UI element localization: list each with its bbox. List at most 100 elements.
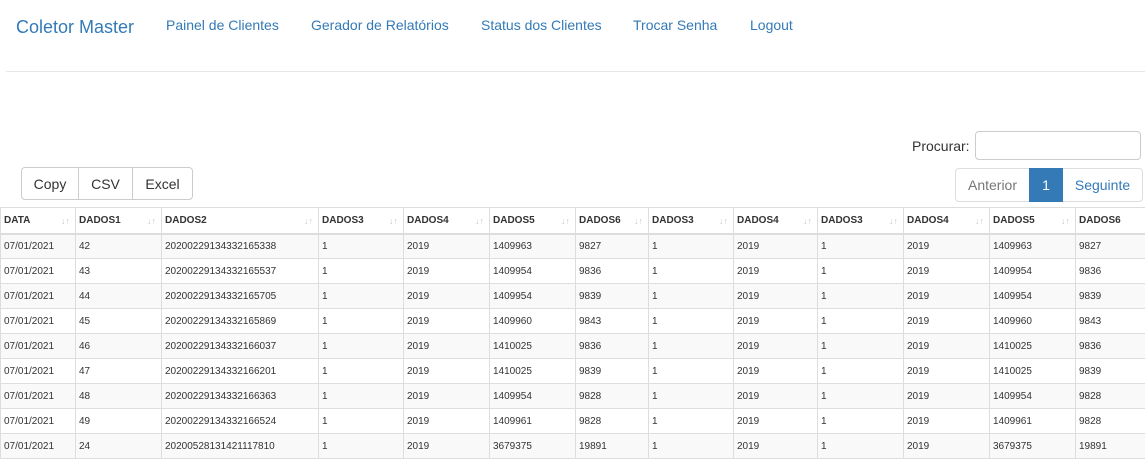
- table-cell: 1: [318, 333, 404, 359]
- table-cell: 07/01/2021: [0, 383, 76, 409]
- table-body: 07/01/2021 42 20200229134332165338 1 2019 140…: [0, 233, 1145, 459]
- sort-icon: ↓↑: [975, 216, 984, 226]
- sort-icon: ↓↑: [1061, 216, 1070, 226]
- table-cell: 1410025: [489, 333, 576, 359]
- table-cell: 2019: [903, 233, 990, 259]
- table-cell: 9828: [575, 408, 649, 434]
- table-cell: 07/01/2021: [0, 433, 76, 459]
- table-cell: 9839: [1075, 283, 1145, 309]
- table-cell: 2019: [403, 258, 490, 284]
- table-cell: 24: [75, 433, 162, 459]
- table-cell: 9827: [575, 233, 649, 259]
- table-cell: 2019: [733, 408, 818, 434]
- copy-button[interactable]: Copy: [21, 167, 79, 200]
- table-cell: 1409954: [989, 283, 1076, 309]
- table-row[interactable]: 07/01/2021 43 20200229134332165537 1 2019 140…: [0, 258, 1145, 284]
- table-cell: 1: [817, 358, 904, 384]
- column-header[interactable]: DADOS6: [1075, 207, 1145, 235]
- column-header[interactable]: DADOS5 ↓↑: [989, 207, 1076, 235]
- table-cell: 2019: [903, 433, 990, 459]
- pagination-next-button[interactable]: Seguinte: [1062, 168, 1143, 202]
- table-row[interactable]: 07/01/2021 49 20200229134332166524 1 2019 140…: [0, 408, 1145, 434]
- search-input[interactable]: [975, 131, 1141, 160]
- navbar-divider: [6, 71, 1145, 72]
- table-cell: 2019: [903, 358, 990, 384]
- brand-link[interactable]: Coletor Master: [16, 17, 134, 38]
- sort-icon: ↓↑: [889, 216, 898, 226]
- nav-link-gerador-de-relatorios[interactable]: Gerador de Relatórios: [311, 17, 449, 33]
- table-cell: 9843: [1075, 308, 1145, 334]
- table-cell: 2019: [733, 283, 818, 309]
- table-cell: 07/01/2021: [0, 308, 76, 334]
- table-cell: 1409963: [489, 233, 576, 259]
- table-cell: 44: [75, 283, 162, 309]
- column-header[interactable]: DADOS1 ↓↑: [75, 207, 162, 235]
- table-cell: 1: [648, 258, 734, 284]
- column-header[interactable]: DADOS4 ↓↑: [903, 207, 990, 235]
- excel-button[interactable]: Excel: [132, 167, 193, 200]
- nav-link-logout[interactable]: Logout: [750, 17, 793, 33]
- table-cell: 2019: [903, 383, 990, 409]
- table-row[interactable]: 07/01/2021 47 20200229134332166201 1 2019 141…: [0, 358, 1145, 384]
- table-cell: 1: [817, 433, 904, 459]
- column-header[interactable]: DADOS5 ↓↑: [489, 207, 576, 235]
- table-cell: 1: [648, 308, 734, 334]
- sort-icon: ↓↑: [803, 216, 812, 226]
- table-cell: 2019: [733, 233, 818, 259]
- table-cell: 20200528131421117810: [161, 433, 319, 459]
- table-row[interactable]: 07/01/2021 45 20200229134332165869 1 2019 140…: [0, 308, 1145, 334]
- table-cell: 20200229134332166037: [161, 333, 319, 359]
- table-cell: 9827: [1075, 233, 1145, 259]
- table-cell: 1: [318, 358, 404, 384]
- pagination-page-button[interactable]: 1: [1029, 168, 1063, 202]
- nav-link-status-dos-clientes[interactable]: Status dos Clientes: [481, 17, 602, 33]
- table-cell: 9828: [1075, 383, 1145, 409]
- table-cell: 07/01/2021: [0, 408, 76, 434]
- table-cell: 1409954: [489, 258, 576, 284]
- table-cell: 20200229134332166201: [161, 358, 319, 384]
- sort-icon: ↓↑: [719, 216, 728, 226]
- column-header-label: DADOS3: [322, 214, 364, 226]
- column-header-label: DADOS3: [652, 214, 694, 226]
- table-cell: 2019: [903, 258, 990, 284]
- table-cell: 1: [817, 258, 904, 284]
- column-header[interactable]: DADOS6 ↓↑: [575, 207, 649, 235]
- table-cell: 07/01/2021: [0, 283, 76, 309]
- table-cell: 2019: [903, 308, 990, 334]
- table-cell: 9839: [1075, 358, 1145, 384]
- table-cell: 07/01/2021: [0, 233, 76, 259]
- csv-button[interactable]: CSV: [78, 167, 133, 200]
- table-cell: 2019: [403, 408, 490, 434]
- column-header[interactable]: DADOS3 ↓↑: [318, 207, 404, 235]
- table-cell: 1409963: [989, 233, 1076, 259]
- table-cell: 2019: [903, 333, 990, 359]
- table-cell: 2019: [733, 433, 818, 459]
- table-row[interactable]: 07/01/2021 44 20200229134332165705 1 2019 140…: [0, 283, 1145, 309]
- table-cell: 45: [75, 308, 162, 334]
- table-row[interactable]: 07/01/2021 24 20200528131421117810 1 2019 367…: [0, 433, 1145, 459]
- nav-link-painel-de-clientes[interactable]: Painel de Clientes: [166, 17, 279, 33]
- sort-icon: ↓↑: [634, 216, 643, 226]
- table-row[interactable]: 07/01/2021 48 20200229134332166363 1 2019 140…: [0, 383, 1145, 409]
- table-cell: 07/01/2021: [0, 333, 76, 359]
- nav-link-trocar-senha[interactable]: Trocar Senha: [633, 17, 717, 33]
- table-cell: 2019: [733, 383, 818, 409]
- table-cell: 2019: [403, 358, 490, 384]
- column-header[interactable]: DADOS4 ↓↑: [403, 207, 490, 235]
- table-cell: 2019: [733, 308, 818, 334]
- column-header[interactable]: DATA ↓↑: [0, 207, 76, 235]
- column-header[interactable]: DADOS2 ↓↑: [161, 207, 319, 235]
- column-header[interactable]: DADOS3 ↓↑: [817, 207, 904, 235]
- table-cell: 42: [75, 233, 162, 259]
- table-row[interactable]: 07/01/2021 42 20200229134332165338 1 2019 140…: [0, 233, 1145, 259]
- table-header-row: DATA ↓↑ DADOS1 ↓↑ DADOS2 ↓↑ DADOS3 ↓↑ DADOS4 ↓↑ DA…: [0, 207, 1145, 235]
- column-header-label: DATA: [4, 214, 31, 226]
- table-cell: 3679375: [989, 433, 1076, 459]
- table-row[interactable]: 07/01/2021 46 20200229134332166037 1 2019 141…: [0, 333, 1145, 359]
- pagination-previous-button[interactable]: Anterior: [955, 168, 1030, 202]
- column-header[interactable]: DADOS3 ↓↑: [648, 207, 734, 235]
- table-cell: 1: [648, 383, 734, 409]
- table-cell: 1409954: [989, 383, 1076, 409]
- table-cell: 19891: [1075, 433, 1145, 459]
- column-header[interactable]: DADOS4 ↓↑: [733, 207, 818, 235]
